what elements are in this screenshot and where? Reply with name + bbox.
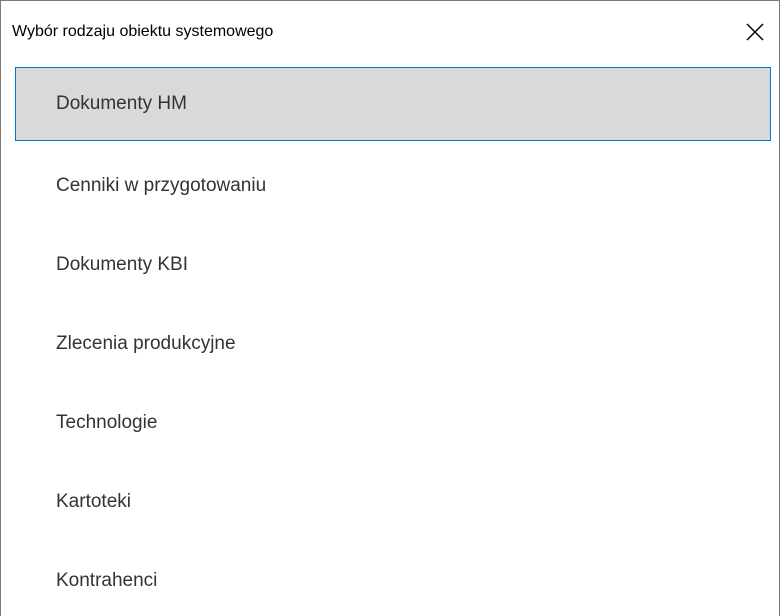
list-item-label: Dokumenty HM <box>56 93 187 114</box>
list-item-label: Zlecenia produkcyjne <box>56 332 236 354</box>
list-item-zlecenia-produkcyjne[interactable]: Zlecenia produkcyjne <box>15 304 771 383</box>
close-icon <box>746 23 764 41</box>
list-item-technologie[interactable]: Technologie <box>15 383 771 462</box>
list-item-cenniki-w-przygotowaniu[interactable]: Cenniki w przygotowaniu <box>15 146 771 225</box>
list-item-label: Kontrahenci <box>56 569 158 591</box>
list-item-kontrahenci[interactable]: Kontrahenci <box>15 541 771 616</box>
list-item-label: Dokumenty KBI <box>56 253 188 275</box>
list-item-label: Cenniki w przygotowaniu <box>56 174 267 196</box>
dialog-title: Wybór rodzaju obiektu systemowego <box>12 23 274 40</box>
object-type-list: Dokumenty HM Cenniki w przygotowaniu Dok… <box>15 67 771 616</box>
list-item-label: Technologie <box>56 411 158 433</box>
list-item-dokumenty-kbi[interactable]: Dokumenty KBI <box>15 225 771 304</box>
list-item-label: Kartoteki <box>56 490 131 512</box>
list-item-kartoteki[interactable]: Kartoteki <box>15 462 771 541</box>
title-bar: Wybór rodzaju obiektu systemowego <box>1 1 779 61</box>
list-item-dokumenty-hm[interactable]: Dokumenty HM <box>15 67 771 141</box>
close-button[interactable] <box>737 12 773 52</box>
object-type-dialog: Wybór rodzaju obiektu systemowego Dokume… <box>0 0 780 616</box>
